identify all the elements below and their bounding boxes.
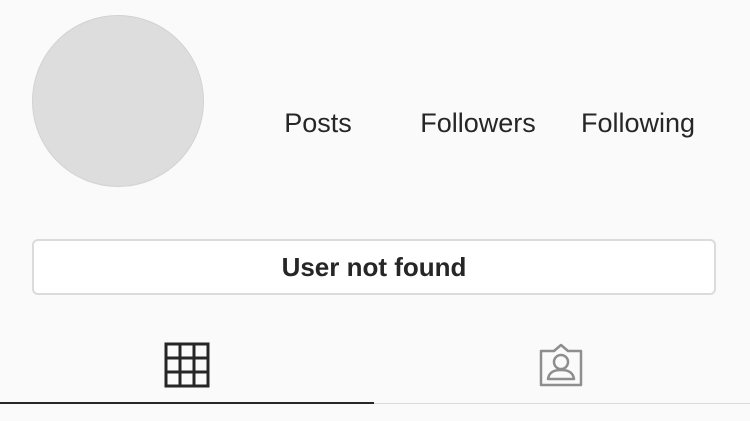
tab-posts-grid[interactable] bbox=[0, 325, 374, 405]
avatar[interactable] bbox=[32, 15, 204, 187]
grid-icon bbox=[164, 342, 210, 388]
tagged-user-icon bbox=[539, 343, 583, 387]
posts-stat[interactable]: Posts bbox=[238, 105, 398, 141]
tab-divider bbox=[374, 403, 750, 404]
tab-tagged[interactable] bbox=[374, 325, 748, 405]
profile-screen: Posts Followers Following User not found bbox=[0, 0, 750, 421]
posts-label: Posts bbox=[284, 108, 352, 138]
profile-tabs bbox=[0, 325, 750, 405]
followers-stat[interactable]: Followers bbox=[398, 105, 558, 141]
active-tab-indicator bbox=[0, 402, 374, 404]
status-message: User not found bbox=[281, 251, 467, 282]
user-not-found-box: User not found bbox=[32, 239, 716, 295]
following-stat[interactable]: Following bbox=[558, 105, 718, 141]
profile-stats: Posts Followers Following bbox=[238, 105, 718, 141]
following-label: Following bbox=[580, 108, 696, 138]
followers-label: Followers bbox=[420, 108, 536, 138]
